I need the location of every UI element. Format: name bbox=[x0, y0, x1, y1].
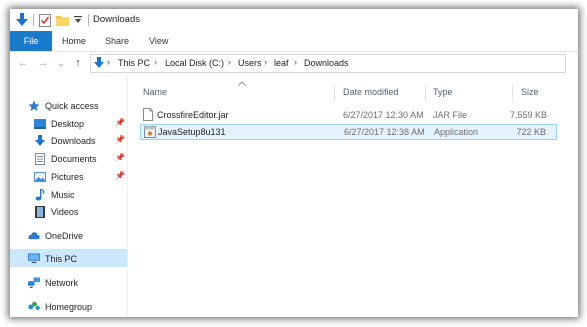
properties-icon[interactable] bbox=[38, 12, 52, 28]
homegroup-icon bbox=[28, 301, 40, 313]
column-header-size[interactable]: Size bbox=[521, 87, 539, 97]
navigation-bar: ← → ⌄ ↑ › This PC › Local Disk (C:) › Us… bbox=[10, 52, 578, 74]
breadcrumb-users[interactable]: Users bbox=[238, 58, 262, 68]
tab-home[interactable]: Home bbox=[62, 36, 86, 46]
back-icon[interactable]: ← bbox=[16, 56, 30, 70]
sidebar-item-label: Music bbox=[51, 189, 75, 200]
column-header-date-modified[interactable]: Date modified bbox=[343, 87, 399, 97]
sidebar-item-videos[interactable]: Videos bbox=[34, 203, 78, 220]
customize-toolbar-icon[interactable] bbox=[72, 12, 84, 28]
star-icon bbox=[28, 100, 40, 112]
file-name: CrossfireEditor.jar bbox=[157, 110, 229, 120]
breadcrumb-separator: › bbox=[107, 57, 110, 67]
new-folder-icon[interactable] bbox=[55, 12, 69, 28]
pin-icon[interactable]: 📌 bbox=[115, 118, 125, 127]
sidebar-item-label: OneDrive bbox=[45, 230, 84, 241]
sidebar-item-label: Documents bbox=[51, 153, 97, 164]
recent-locations-icon[interactable]: ⌄ bbox=[54, 56, 68, 70]
sidebar-item-pictures[interactable]: Pictures bbox=[34, 168, 84, 185]
sidebar-item-downloads[interactable]: Downloads bbox=[34, 132, 96, 149]
sidebar-item-onedrive[interactable]: OneDrive bbox=[28, 227, 83, 244]
music-icon bbox=[34, 188, 46, 201]
up-icon[interactable]: ↑ bbox=[71, 56, 85, 70]
sidebar-item-label: Pictures bbox=[51, 171, 84, 182]
sidebar-item-label: Quick access bbox=[45, 100, 99, 111]
navigation-pane: Quick access Desktop 📌 Downloads 📌 Docum… bbox=[10, 75, 128, 317]
breadcrumb-separator: › bbox=[154, 57, 157, 67]
sidebar-item-label: Videos bbox=[51, 206, 79, 217]
sidebar-item-label: Downloads bbox=[51, 135, 96, 146]
videos-icon bbox=[34, 205, 46, 218]
tab-share[interactable]: Share bbox=[105, 36, 129, 46]
sidebar-item-label: Desktop bbox=[51, 118, 85, 129]
download-icon bbox=[34, 134, 46, 147]
window-title: Downloads bbox=[93, 14, 140, 25]
file-name: JavaSetup8u131 bbox=[158, 127, 226, 137]
column-header-type[interactable]: Type bbox=[433, 87, 453, 97]
jar-file-icon bbox=[143, 108, 153, 123]
forward-icon[interactable]: → bbox=[36, 56, 50, 70]
documents-icon bbox=[34, 152, 46, 165]
sidebar-item-desktop[interactable]: Desktop bbox=[34, 115, 84, 132]
application-icon bbox=[144, 126, 156, 140]
pictures-icon bbox=[34, 171, 46, 183]
tab-view[interactable]: View bbox=[149, 36, 168, 46]
network-icon bbox=[28, 276, 40, 289]
sidebar-item-label: Homegroup bbox=[45, 301, 93, 312]
sidebar-item-documents[interactable]: Documents bbox=[34, 150, 97, 167]
sidebar-item-this-pc[interactable]: This PC bbox=[28, 250, 77, 267]
file-size: 7,559 KB bbox=[509, 110, 547, 120]
sidebar-item-label: This PC bbox=[45, 253, 78, 264]
breadcrumb-separator: › bbox=[264, 57, 267, 67]
title-bar: Downloads bbox=[10, 9, 578, 31]
file-date-modified: 6/27/2017 12:30 AM bbox=[343, 110, 424, 120]
sidebar-item-network[interactable]: Network bbox=[28, 274, 78, 291]
breadcrumb-separator: › bbox=[294, 57, 297, 67]
pin-icon[interactable]: 📌 bbox=[115, 135, 125, 144]
breadcrumb-leaf[interactable]: leaf bbox=[274, 58, 289, 68]
cloud-icon bbox=[28, 230, 40, 242]
sidebar-item-quick-access[interactable]: Quick access bbox=[28, 97, 99, 114]
ribbon: File Home Share View bbox=[10, 31, 578, 52]
file-type: Application bbox=[434, 127, 479, 137]
breadcrumb-this-pc[interactable]: This PC bbox=[118, 58, 150, 68]
download-icon[interactable] bbox=[14, 12, 30, 28]
breadcrumb-separator: › bbox=[228, 57, 231, 67]
file-row[interactable]: CrossfireEditor.jar 6/27/2017 12:30 AM J… bbox=[140, 107, 557, 123]
sidebar-item-homegroup[interactable]: Homegroup bbox=[28, 298, 92, 315]
sidebar-item-music[interactable]: Music bbox=[34, 186, 75, 203]
desktop-icon bbox=[34, 118, 46, 130]
breadcrumb-downloads[interactable]: Downloads bbox=[304, 58, 349, 68]
file-list: Name Date modified Type Size CrossfireEd… bbox=[128, 75, 578, 317]
sort-ascending-icon bbox=[238, 79, 246, 88]
pin-icon[interactable]: 📌 bbox=[115, 171, 125, 180]
file-row[interactable]: JavaSetup8u131 6/27/2017 12:38 AM Applic… bbox=[140, 124, 557, 140]
pin-icon[interactable]: 📌 bbox=[115, 153, 125, 162]
explorer-window: Downloads File Home Share View ← → ⌄ ↑ ›… bbox=[10, 9, 578, 317]
file-size: 722 KB bbox=[516, 127, 546, 137]
file-type: JAR File bbox=[433, 110, 468, 120]
file-date-modified: 6/27/2017 12:38 AM bbox=[344, 127, 425, 137]
downloads-location-icon bbox=[94, 57, 104, 71]
column-header-name[interactable]: Name bbox=[143, 87, 167, 97]
sidebar-item-label: Network bbox=[45, 277, 79, 288]
breadcrumb-local-disk[interactable]: Local Disk (C:) bbox=[165, 58, 224, 68]
tab-file[interactable]: File bbox=[10, 31, 52, 51]
computer-icon bbox=[28, 253, 40, 265]
address-bar[interactable]: › This PC › Local Disk (C:) › Users › le… bbox=[90, 54, 566, 73]
